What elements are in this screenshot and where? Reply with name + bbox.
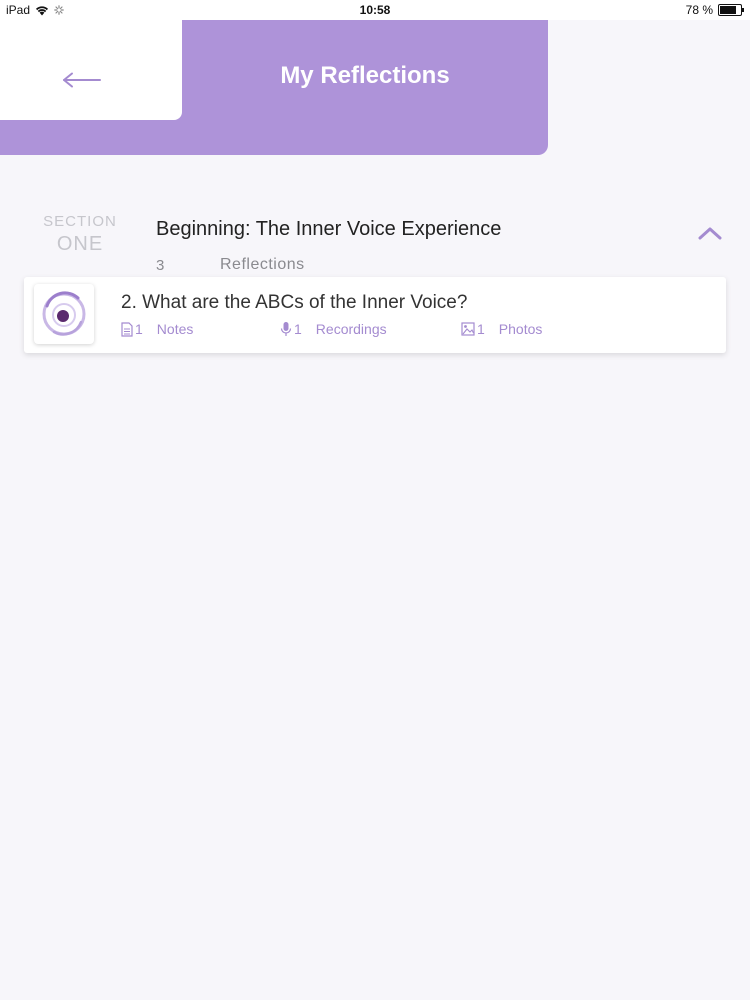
recordings-label: Recordings (315, 321, 387, 337)
notes-count: 1 (135, 321, 143, 337)
battery-percent: 78 % (685, 3, 713, 17)
arrow-left-icon (63, 72, 101, 88)
section-reflection-label: Reflections (220, 256, 305, 273)
battery-icon (718, 4, 744, 16)
microphone-icon (280, 322, 292, 336)
inner-voice-logo-icon (42, 291, 86, 336)
section-label-top: SECTION (43, 213, 117, 230)
status-bar: iPad 10:58 78 % (0, 0, 750, 20)
status-right: 78 % (685, 3, 744, 17)
recordings-stat: 1 Recordings (280, 321, 387, 337)
section-title: Beginning: The Inner Voice Experience (156, 218, 502, 240)
section-label-bottom: ONE (56, 233, 104, 255)
photos-label: Photos (498, 321, 543, 337)
collapse-section-button[interactable] (694, 220, 726, 246)
photos-count: 1 (477, 321, 485, 337)
section-reflection-count: 3 (156, 257, 165, 274)
note-icon (121, 321, 133, 337)
notes-stat: 1 Notes (121, 321, 193, 337)
recordings-count: 1 (294, 321, 302, 337)
photo-icon (461, 322, 475, 336)
chevron-up-icon (698, 227, 722, 240)
reflection-title: 2. What are the ABCs of the Inner Voice? (121, 292, 468, 313)
reflection-item[interactable]: 2. What are the ABCs of the Inner Voice?… (24, 277, 726, 353)
page-title: My Reflections (280, 62, 450, 89)
back-button[interactable] (60, 62, 104, 98)
photos-stat: 1 Photos (461, 321, 542, 337)
app-logo (34, 284, 94, 344)
battery-fill (720, 6, 736, 14)
notes-label: Notes (156, 321, 194, 337)
section-number: SECTION ONE (34, 214, 126, 254)
status-time: 10:58 (359, 3, 391, 17)
